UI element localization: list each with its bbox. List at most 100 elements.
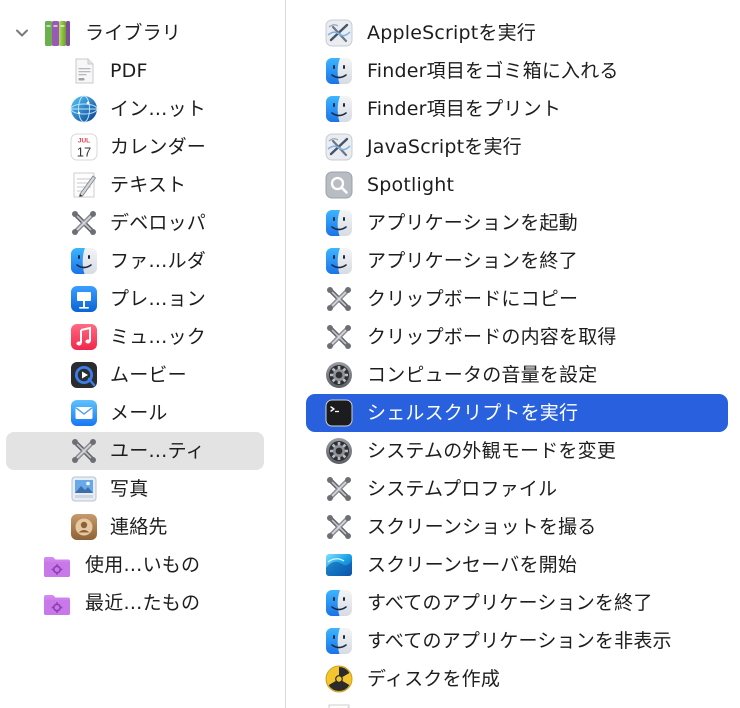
system-settings-icon: [324, 436, 354, 466]
category-label: メール: [110, 402, 168, 424]
text-icon: [73, 172, 97, 198]
action-item[interactable]: すべてのアプリケーションを非表示: [306, 622, 728, 660]
photos-icon: [71, 476, 97, 502]
mail-icon: [71, 400, 97, 426]
terminal-icon: [325, 399, 353, 427]
finder-icon: [324, 246, 354, 276]
utilities-icon: [324, 512, 354, 542]
burn-icon: [325, 665, 353, 693]
screensaver-icon: [326, 554, 352, 576]
action-item[interactable]: システムプロファイル: [306, 470, 728, 508]
category-item-internet[interactable]: イン…ット: [6, 90, 264, 128]
finder-icon: [324, 626, 354, 656]
chevron-down-icon[interactable]: [12, 23, 32, 43]
internet-icon: [70, 95, 98, 123]
category-item-music[interactable]: ミュ…ック: [6, 318, 264, 356]
action-label: すべてのアプリケーションを非表示: [367, 630, 672, 652]
category-item-pdf[interactable]: PDF: [6, 52, 264, 90]
actions-pane: AppleScriptを実行 Finder項目をゴミ箱に入れる Finder項目…: [286, 0, 740, 708]
action-label: アプリケーションを終了: [367, 250, 578, 272]
action-item[interactable]: クリップボードにコピー: [306, 280, 728, 318]
developer-icon: [69, 208, 99, 238]
action-label: クリップボードの内容を取得: [367, 326, 617, 348]
category-item-mail[interactable]: メール: [6, 394, 264, 432]
category-label: 写真: [110, 478, 149, 500]
action-item[interactable]: Spotlight: [306, 166, 728, 204]
smart-folder-icon: [42, 589, 72, 619]
smart-folder-icon: [42, 551, 72, 581]
category-label: ユー…ティ: [110, 440, 205, 462]
system-settings-icon: [324, 360, 354, 390]
category-label: プレ…ョン: [110, 288, 207, 310]
action-label: スクリーンセーバを開始: [367, 554, 578, 576]
smart-folder-label: 最近…たもの: [85, 592, 201, 614]
smart-folder-label: 使用…いもの: [85, 554, 201, 576]
action-label: Spotlight: [367, 174, 455, 196]
action-label: システムプロファイル: [367, 478, 558, 500]
category-item-movies[interactable]: ムービー: [6, 356, 264, 394]
action-item[interactable]: ディスクを作成: [306, 660, 728, 698]
contacts-icon: [71, 514, 97, 540]
action-label: システムの外観モードを変更: [367, 440, 617, 462]
action-label: すべてのアプリケーションを終了: [367, 592, 653, 614]
action-label: Finder項目をプリント: [367, 98, 562, 120]
smart-folder-recently-added[interactable]: 最近…たもの: [0, 584, 285, 622]
library-pane: ライブラリ PDF イン…ット JUL 17 カレンダー テキスト デベロッパ …: [0, 0, 285, 708]
category-label: 連絡先: [110, 516, 168, 538]
utilities-icon: [324, 322, 354, 352]
utilities-icon: [324, 474, 354, 504]
action-item-partial[interactable]: [306, 698, 728, 708]
action-item[interactable]: Finder項目をゴミ箱に入れる: [306, 52, 728, 90]
finder-icon: [324, 588, 354, 618]
action-item[interactable]: システムの外観モードを変更: [306, 432, 728, 470]
category-item-files-folders[interactable]: ファ…ルダ: [6, 242, 264, 280]
category-item-presentations[interactable]: プレ…ョン: [6, 280, 264, 318]
action-label: アプリケーションを起動: [367, 212, 578, 234]
category-label: ファ…ルダ: [110, 250, 207, 272]
presentation-icon: [71, 286, 97, 312]
category-item-text[interactable]: テキスト: [6, 166, 264, 204]
movie-icon: [71, 362, 97, 388]
action-item[interactable]: アプリケーションを起動: [306, 204, 728, 242]
svg-text:17: 17: [77, 145, 91, 160]
action-item[interactable]: コンピュータの音量を設定: [306, 356, 728, 394]
category-item-contacts[interactable]: 連絡先: [6, 508, 264, 546]
finder-icon: [324, 56, 354, 86]
action-item[interactable]: クリップボードの内容を取得: [306, 318, 728, 356]
action-item[interactable]: スクリーンセーバを開始: [306, 546, 728, 584]
text-icon: [328, 704, 350, 708]
category-label: テキスト: [110, 174, 187, 196]
script-editor-icon: [324, 18, 354, 48]
action-label: シェルスクリプトを実行: [367, 402, 579, 424]
action-label: ディスクを作成: [367, 668, 501, 690]
action-item-selected[interactable]: シェルスクリプトを実行: [306, 394, 728, 432]
action-item[interactable]: Finder項目をプリント: [306, 90, 728, 128]
utilities-icon: [324, 284, 354, 314]
action-label: コンピュータの音量を設定: [367, 364, 598, 386]
action-item[interactable]: すべてのアプリケーションを終了: [306, 584, 728, 622]
utilities-icon: [69, 436, 99, 466]
action-label: クリップボードにコピー: [367, 288, 579, 310]
action-label: Finder項目をゴミ箱に入れる: [367, 60, 619, 82]
smart-folder-most-used[interactable]: 使用…いもの: [0, 546, 285, 584]
category-item-photos[interactable]: 写真: [6, 470, 264, 508]
calendar-icon: JUL 17: [70, 133, 98, 161]
category-label: ムービー: [110, 364, 187, 386]
spotlight-icon: [325, 171, 353, 199]
category-label: イン…ット: [110, 98, 207, 120]
category-label: PDF: [110, 60, 148, 82]
action-item[interactable]: スクリーンショットを撮る: [306, 508, 728, 546]
category-item-utilities[interactable]: ユー…ティ: [6, 432, 264, 470]
finder-icon: [324, 94, 354, 124]
action-label: JavaScriptを実行: [367, 136, 522, 158]
music-icon: [71, 324, 97, 350]
category-item-developer[interactable]: デベロッパ: [6, 204, 264, 242]
category-label: ミュ…ック: [110, 326, 207, 348]
library-label: ライブラリ: [85, 22, 182, 44]
action-item[interactable]: JavaScriptを実行: [306, 128, 728, 166]
svg-text:JUL: JUL: [78, 138, 90, 145]
library-row[interactable]: ライブラリ: [0, 14, 285, 52]
category-item-calendar[interactable]: JUL 17 カレンダー: [6, 128, 264, 166]
action-item[interactable]: アプリケーションを終了: [306, 242, 728, 280]
action-item[interactable]: AppleScriptを実行: [306, 14, 728, 52]
